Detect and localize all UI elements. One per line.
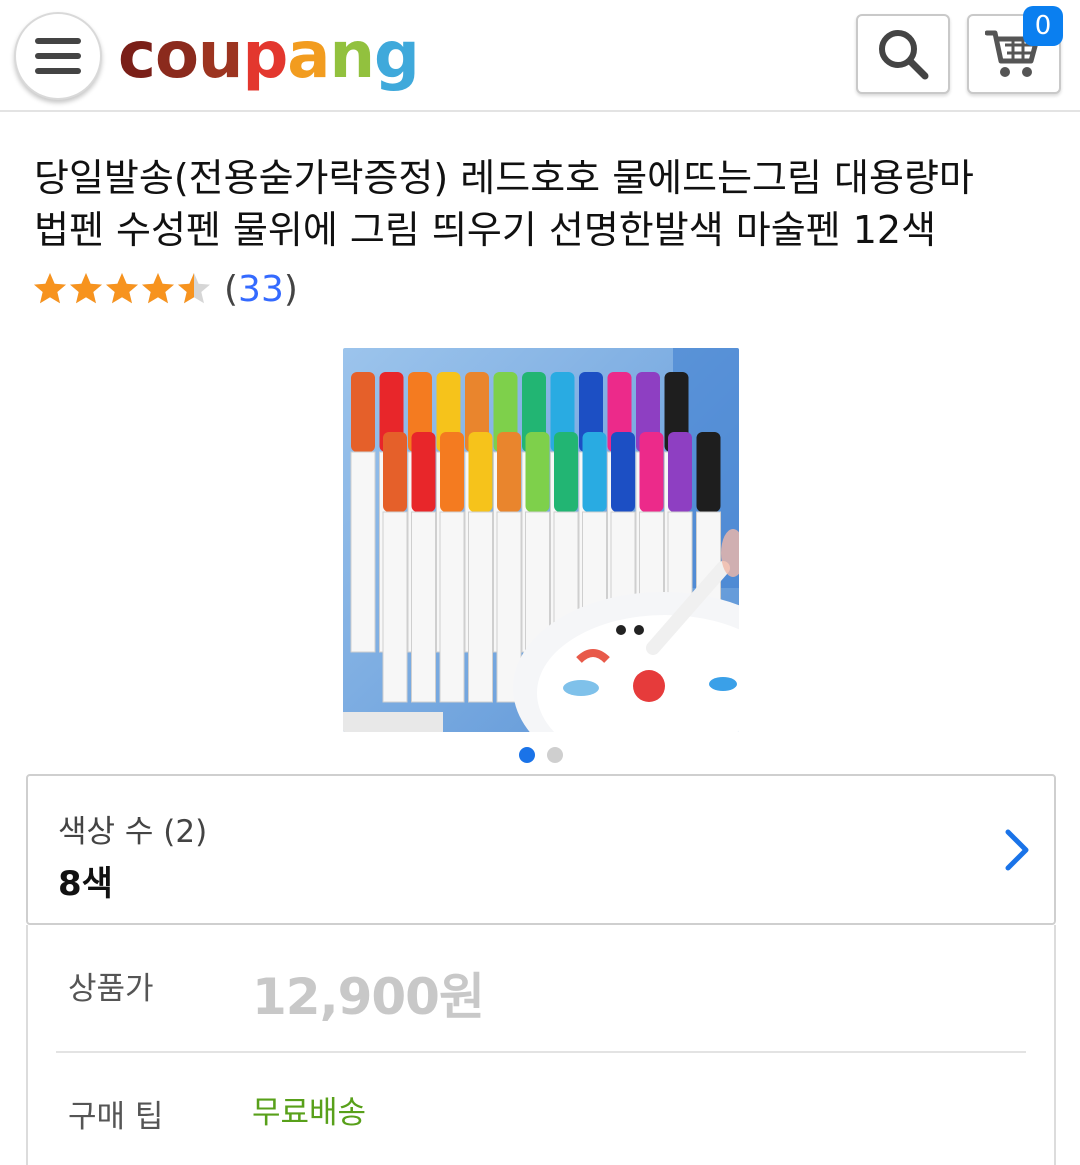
menu-button[interactable] (14, 12, 102, 100)
review-count[interactable]: (33) (224, 269, 298, 310)
star-icon (178, 273, 210, 304)
option-value: 8색 (58, 864, 113, 904)
purchase-tip-label: 구매 팁 (68, 1099, 164, 1135)
price-value: 12,900원 (252, 968, 485, 1026)
coupang-logo[interactable]: coupang (118, 16, 420, 96)
chevron-right-icon (1005, 829, 1029, 871)
marker-body (350, 451, 376, 653)
marker-cap (696, 432, 721, 512)
cart-count-badge: 0 (1023, 6, 1063, 46)
product-image[interactable] (343, 348, 739, 732)
price-section: 상품가 12,900원 구매 팁 무료배송 (26, 925, 1056, 1165)
option-label: 색상 수 (2) (58, 814, 208, 850)
star-icon (106, 273, 138, 304)
marker-cap (497, 432, 521, 512)
logo-letter: p (242, 19, 288, 93)
product-photo-markers (343, 348, 739, 732)
marker-cap (383, 432, 407, 512)
marker-body (439, 511, 465, 703)
marker-body (468, 511, 493, 703)
marker-cap (582, 432, 607, 512)
logo-letter: g (374, 19, 420, 93)
star-icon (70, 273, 102, 304)
marker-cap (351, 372, 375, 452)
option-selector[interactable]: 색상 수 (2) 8색 (26, 774, 1056, 925)
divider (56, 1051, 1026, 1053)
product-title: 당일발송(전용숟가락증정) 레드호호 물에뜨는그림 대용량마 법펜 수성펜 물위… (34, 152, 1044, 256)
marker-cap (440, 432, 464, 512)
star-icon (142, 273, 174, 304)
hamburger-icon (35, 38, 81, 74)
review-count-number: 33 (238, 268, 284, 310)
logo-letter: c (118, 19, 156, 93)
marker-cap (525, 432, 550, 512)
logo-letter: n (329, 19, 375, 93)
star-icon (34, 273, 66, 304)
marker-body (411, 511, 436, 703)
rating[interactable]: (33) (32, 264, 298, 314)
pagination-dot[interactable] (547, 747, 563, 763)
marker-cap (554, 432, 578, 512)
logo-letter: a (287, 19, 330, 93)
product-title-line: 법펜 수성펜 물위에 그림 띄우기 선명한발색 마술펜 12색 (34, 208, 937, 252)
logo-letter: u (197, 19, 244, 93)
marker-cap (411, 432, 436, 512)
cart-button[interactable]: 0 (967, 6, 1063, 94)
product-title-line: 당일발송(전용숟가락증정) 레드호호 물에뜨는그림 대용량마 (34, 156, 974, 200)
marker-body (382, 511, 408, 703)
search-button[interactable] (856, 14, 950, 94)
price-label: 상품가 (68, 971, 154, 1007)
marker-cap (611, 432, 635, 512)
marker-cap (639, 432, 664, 512)
free-shipping-label: 무료배송 (252, 1095, 367, 1131)
logo-letter: o (154, 19, 199, 93)
star-rating (32, 271, 212, 307)
image-pagination (519, 747, 563, 763)
header: coupang 0 (0, 0, 1080, 112)
marker-cap (668, 432, 692, 512)
marker-cap (468, 432, 493, 512)
pagination-dot[interactable] (519, 747, 535, 763)
search-icon (879, 30, 929, 80)
